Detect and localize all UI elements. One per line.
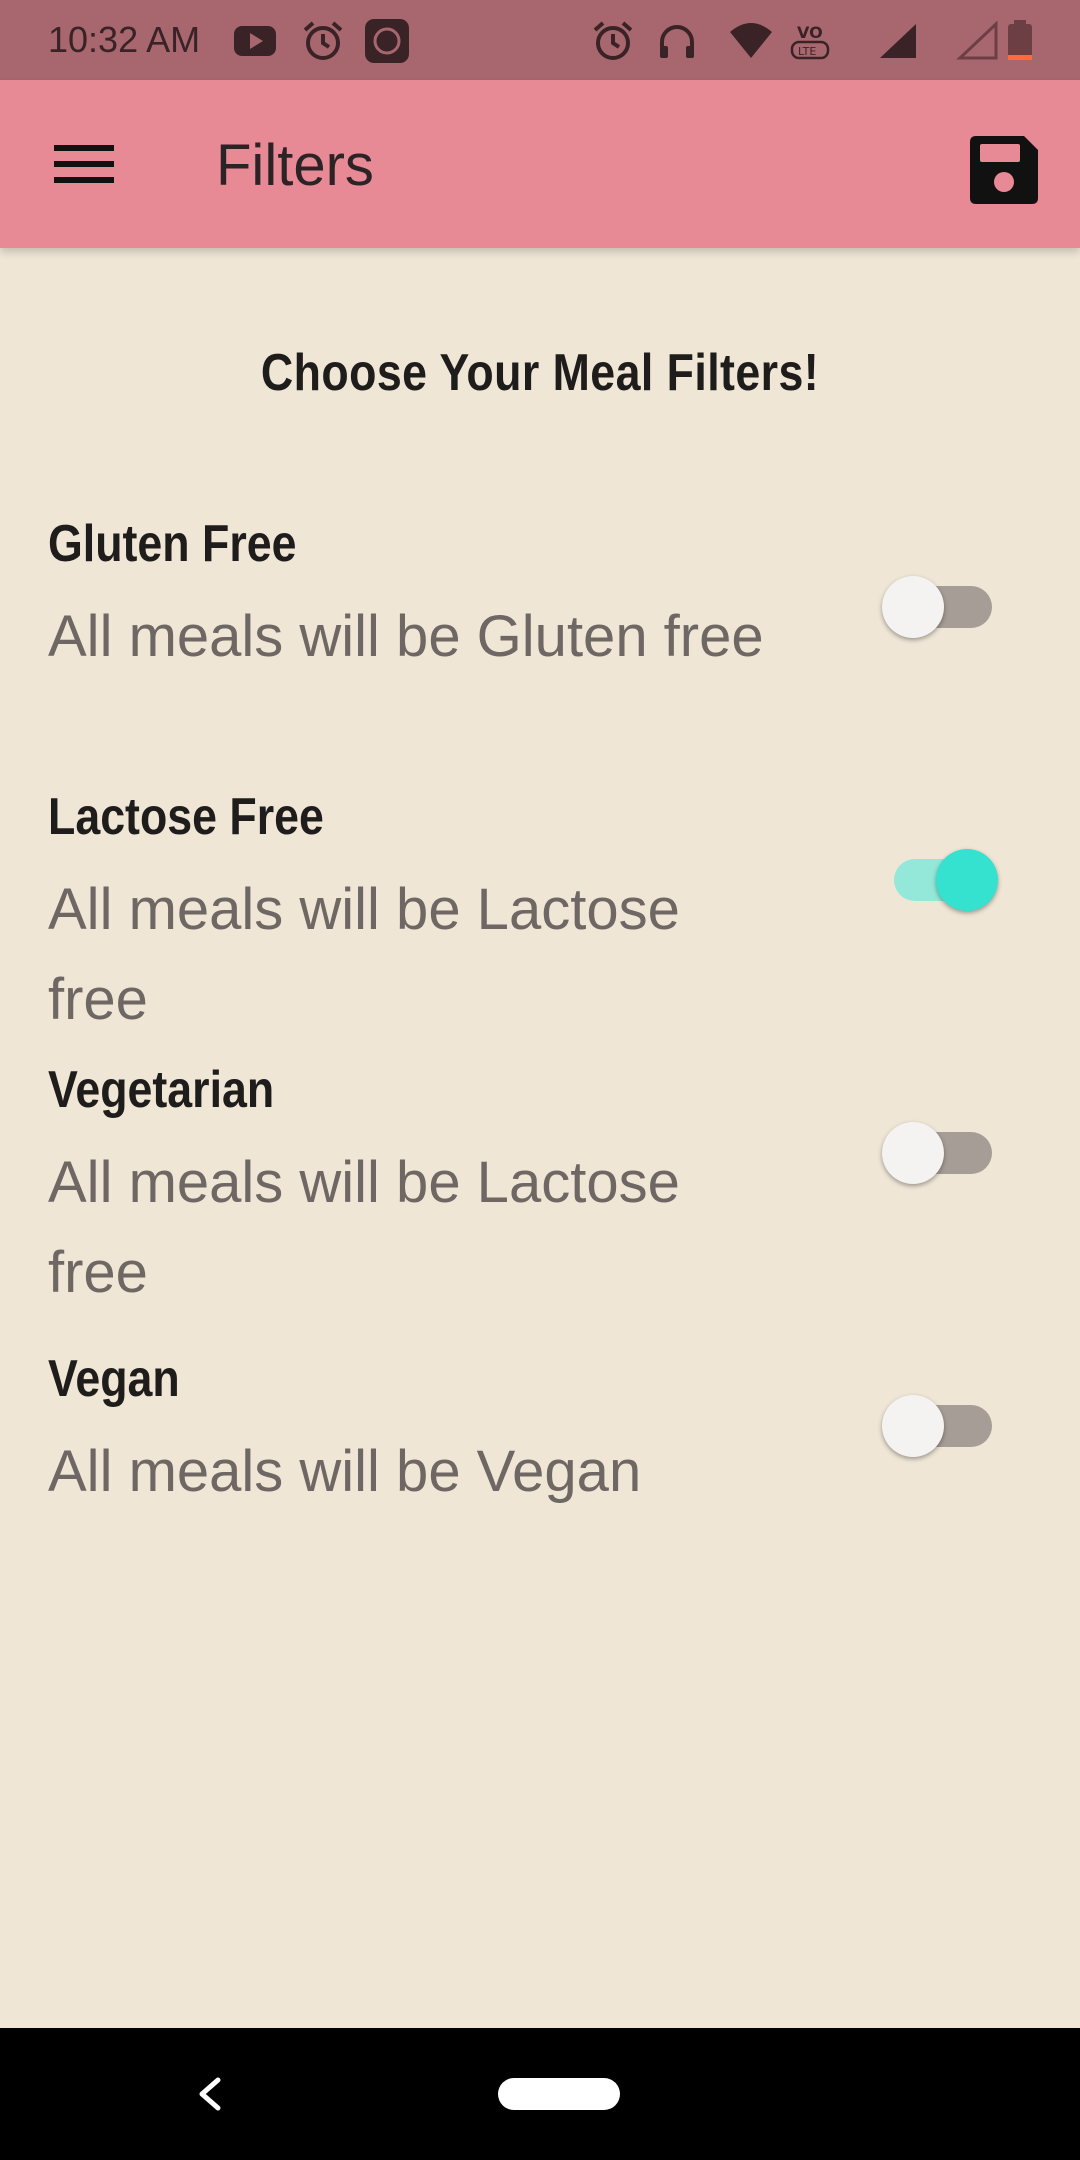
switch-thumb <box>882 1395 944 1457</box>
signal-icon <box>876 18 922 64</box>
svg-text:LTE: LTE <box>798 45 816 58</box>
page-heading: Choose Your Meal Filters! <box>260 344 820 402</box>
app-title: Filters <box>216 133 374 198</box>
filter-title: Lactose Free <box>48 788 324 846</box>
filter-title: Vegan <box>48 1350 180 1408</box>
filter-subtitle: All meals will be Lactose free <box>48 877 680 1032</box>
lactose-free-switch[interactable] <box>882 839 1002 911</box>
headphones-icon <box>654 18 700 64</box>
navigation-bar <box>0 2028 1080 2160</box>
filter-subtitle: All meals will be Lactose free <box>48 1150 680 1305</box>
switch-thumb <box>936 849 998 911</box>
back-chevron-icon <box>199 2077 221 2111</box>
signal-empty-icon <box>956 18 1002 64</box>
gluten-free-switch[interactable] <box>882 566 1002 638</box>
status-bar: 10:32 AM VO LTE <box>0 0 1080 80</box>
hamburger-menu-icon <box>54 145 114 183</box>
save-button[interactable] <box>966 132 1042 208</box>
filter-subtitle: All meals will be Vegan <box>48 1439 642 1504</box>
switch-thumb <box>882 1122 944 1184</box>
wifi-icon <box>728 18 774 64</box>
filter-row-vegan[interactable]: Vegan All meals will be Vegan <box>0 1347 1080 1507</box>
status-time: 10:32 AM <box>48 19 201 60</box>
svg-text:VO: VO <box>797 23 823 42</box>
app-bar: Filters <box>0 80 1080 248</box>
floppy-disk-icon <box>970 136 1038 204</box>
alarm-icon <box>590 18 636 64</box>
back-button[interactable] <box>190 2066 228 2122</box>
menu-button[interactable] <box>36 124 132 204</box>
alarm-icon <box>300 18 346 64</box>
volte-icon: VO LTE <box>788 18 834 64</box>
vegetarian-switch[interactable] <box>882 1112 1002 1184</box>
mi-icon <box>364 18 410 64</box>
filter-row-lactose-free[interactable]: Lactose Free All meals will be Lactose f… <box>0 785 1080 1032</box>
filter-title: Vegetarian <box>48 1061 275 1119</box>
filter-title: Gluten Free <box>48 515 297 573</box>
switch-thumb <box>882 576 944 638</box>
filter-row-vegetarian[interactable]: Vegetarian All meals will be Lactose fre… <box>0 1058 1080 1305</box>
youtube-icon <box>232 18 278 64</box>
filter-row-gluten-free[interactable]: Gluten Free All meals will be Gluten fre… <box>0 512 1080 752</box>
filter-subtitle: All meals will be Gluten free <box>48 604 764 669</box>
vegan-switch[interactable] <box>882 1385 1002 1457</box>
home-pill-icon[interactable] <box>498 2078 620 2110</box>
battery-low-icon <box>1004 18 1036 64</box>
